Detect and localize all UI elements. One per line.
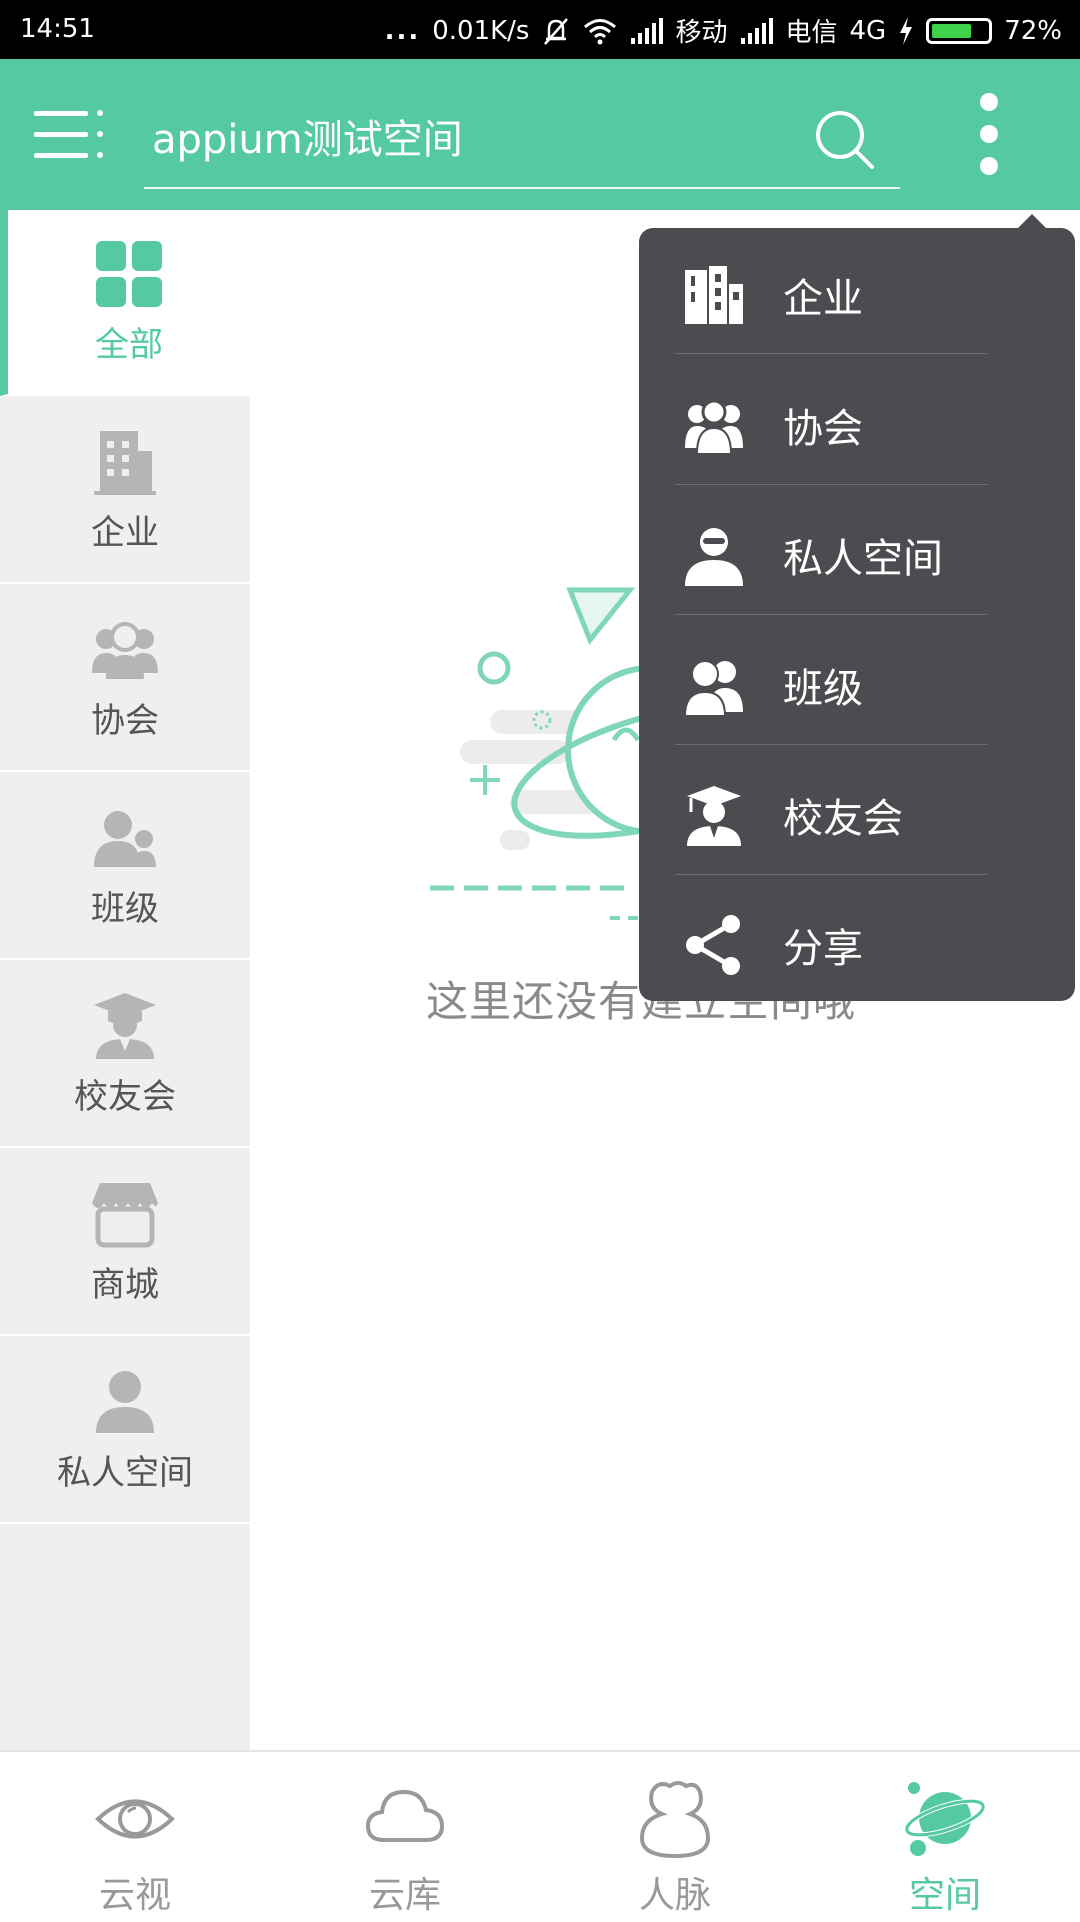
sidebar: 全部 企业 协会 班级 校友会 商城 私人空间 — [0, 210, 250, 1750]
person-icon — [685, 528, 743, 586]
graduate-icon — [687, 786, 741, 846]
network-speed: 0.01K/s — [432, 15, 530, 46]
popup-menu: 企业 协会 私人空间 班级 校友会 分享 — [639, 228, 1075, 1001]
more-options-icon[interactable] — [978, 93, 1000, 175]
wifi-icon — [584, 18, 617, 44]
sidebar-item-all[interactable]: 全部 — [0, 210, 250, 396]
sidebar-item-label: 协会 — [91, 700, 159, 741]
popup-item-label: 班级 — [783, 666, 863, 712]
sidebar-item-class[interactable]: 班级 — [0, 774, 250, 960]
popup-item-label: 协会 — [783, 406, 863, 452]
class-icon — [94, 810, 156, 867]
sidebar-item-label: 全部 — [95, 324, 163, 365]
sidebar-item-label: 班级 — [91, 888, 159, 929]
popup-item-private-space[interactable]: 私人空间 — [675, 490, 987, 620]
carrier-2: 电信 — [785, 18, 838, 48]
status-bar: 14:51 ... 0.01K/s 移动 电信 4G 72% — [0, 0, 1080, 59]
sidebar-item-label: 私人空间 — [57, 1452, 193, 1493]
popup-item-share[interactable]: 分享 — [675, 880, 987, 1010]
person-icon — [96, 1370, 154, 1433]
building-icon — [685, 266, 743, 324]
popup-item-label: 校友会 — [783, 796, 903, 842]
status-right: ... 0.01K/s 移动 电信 4G 72% — [385, 12, 1062, 49]
tab-contacts[interactable]: 人脉 — [540, 1752, 810, 1922]
tab-label: 空间 — [908, 1875, 981, 1916]
store-icon — [92, 1182, 158, 1247]
app-bar: appium测试空间 — [0, 59, 1080, 210]
eye-icon — [95, 1799, 175, 1839]
popup-divider — [675, 614, 987, 615]
association-icon — [685, 399, 743, 455]
carrier-1: 移动 — [675, 18, 728, 48]
popup-divider — [675, 484, 987, 485]
tab-cloud-library[interactable]: 云库 — [270, 1752, 540, 1922]
search-underline — [144, 187, 900, 189]
mute-bell-icon — [544, 17, 569, 45]
tab-cloud-view[interactable]: 云视 — [0, 1752, 270, 1922]
battery-percent: 72% — [1004, 15, 1062, 46]
popup-divider — [675, 353, 987, 354]
popup-divider — [675, 874, 987, 875]
tab-label: 人脉 — [638, 1875, 711, 1916]
tab-label: 云视 — [98, 1875, 171, 1916]
sidebar-item-enterprise[interactable]: 企业 — [0, 398, 250, 584]
building-icon — [94, 430, 156, 495]
class-icon — [683, 660, 743, 716]
bottom-tab-bar: 云视 云库 人脉 空间 — [0, 1750, 1080, 1920]
popup-item-alumni[interactable]: 校友会 — [675, 750, 987, 880]
tab-space[interactable]: 空间 — [810, 1752, 1080, 1922]
popup-item-label: 分享 — [783, 926, 863, 972]
menu-icon[interactable] — [34, 107, 106, 163]
charging-icon — [900, 16, 913, 45]
association-icon — [92, 621, 158, 679]
grid-icon — [96, 240, 162, 307]
popup-divider — [675, 744, 987, 745]
search-input[interactable]: appium测试空间 — [152, 107, 463, 165]
sidebar-item-alumni[interactable]: 校友会 — [0, 962, 250, 1148]
popup-item-class[interactable]: 班级 — [675, 620, 987, 750]
popup-item-association[interactable]: 协会 — [675, 360, 987, 490]
signal-icon-1 — [631, 17, 664, 44]
tab-label: 云库 — [368, 1875, 441, 1916]
sidebar-item-association[interactable]: 协会 — [0, 586, 250, 772]
battery-icon — [926, 17, 993, 44]
sidebar-item-label: 商城 — [91, 1264, 159, 1305]
popup-item-enterprise[interactable]: 企业 — [675, 230, 987, 360]
sidebar-item-label: 企业 — [91, 512, 159, 553]
cloud-icon — [365, 1789, 445, 1842]
contacts-icon — [639, 1781, 711, 1859]
popup-item-label: 企业 — [783, 276, 863, 322]
battery-fill — [932, 23, 972, 38]
popup-item-label: 私人空间 — [783, 536, 943, 582]
graduate-icon — [94, 992, 156, 1059]
network-type: 4G — [849, 15, 887, 46]
planet-icon — [904, 1782, 986, 1856]
signal-icon-2 — [741, 17, 774, 44]
search-icon[interactable] — [812, 107, 876, 171]
sidebar-item-store[interactable]: 商城 — [0, 1150, 250, 1336]
status-dots: ... — [384, 15, 421, 46]
sidebar-item-private-space[interactable]: 私人空间 — [0, 1338, 250, 1524]
sidebar-item-label: 校友会 — [74, 1076, 176, 1117]
status-time: 14:51 — [20, 14, 95, 44]
share-icon — [686, 915, 740, 975]
